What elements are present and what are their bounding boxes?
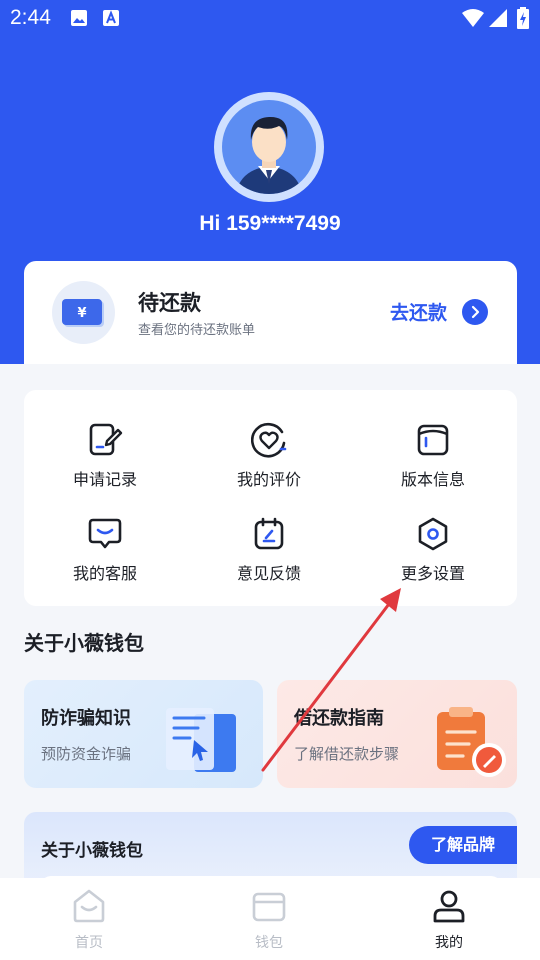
repayment-subtitle: 查看您的待还款账单: [138, 323, 256, 338]
customer-service-button[interactable]: 我的客服: [25, 516, 185, 584]
heart-review-icon: [251, 422, 287, 458]
loan-guide-subtitle: 了解借还款步骤: [294, 745, 400, 763]
application-record-label: 申请记录: [72, 470, 137, 489]
feedback-icon: [254, 517, 284, 550]
anti-fraud-subtitle: 预防资金诈骗: [41, 745, 132, 763]
avatar-illustration-icon: [236, 116, 302, 194]
services-grid: 申请记录 我的评价 版本信息 我的客服 意见反馈 更多设置: [24, 390, 517, 606]
gallery-notification-icon: [70, 9, 88, 31]
nav-home-label: 首页: [75, 935, 103, 951]
repayment-title: 待还款: [138, 291, 201, 315]
battery-charging-icon: [516, 7, 530, 33]
cell-signal-icon: [488, 8, 508, 32]
user-icon: [433, 890, 465, 923]
version-info-button[interactable]: 版本信息: [353, 422, 513, 490]
nav-wallet-label: 钱包: [255, 935, 283, 951]
go-repay-link[interactable]: 去还款: [390, 298, 447, 325]
brand-about-title: 关于小薇钱包: [41, 841, 143, 861]
status-bar: 2:44: [0, 0, 540, 38]
settings-hexagon-icon: [418, 517, 448, 551]
feedback-label: 意见反馈: [236, 564, 301, 583]
customer-service-icon: [88, 518, 122, 549]
anti-fraud-title: 防诈骗知识: [41, 708, 131, 729]
document-cursor-icon: [166, 708, 236, 772]
learn-brand-button[interactable]: 了解品牌: [409, 826, 517, 864]
repayment-icon-badge: ¥: [52, 281, 115, 344]
loan-guide-title: 借还款指南: [294, 708, 384, 729]
customer-service-label: 我的客服: [72, 564, 137, 583]
home-icon: [73, 889, 105, 923]
version-info-icon: [417, 424, 449, 456]
nav-wallet[interactable]: 钱包: [209, 888, 329, 952]
text-notification-icon: [102, 9, 120, 31]
feedback-button[interactable]: 意见反馈: [189, 516, 349, 584]
wifi-icon: [462, 8, 484, 32]
clipboard-pencil-icon: [437, 707, 506, 777]
user-greeting: Hi 159****7499: [199, 212, 341, 235]
nav-mine-label: 我的: [435, 935, 463, 951]
application-record-icon: [89, 423, 123, 456]
chevron-right-icon[interactable]: [462, 299, 488, 325]
nav-mine[interactable]: 我的: [389, 888, 509, 952]
user-avatar[interactable]: [214, 92, 324, 202]
status-time: 2:44: [10, 6, 51, 29]
loan-guide-card[interactable]: 借还款指南 了解借还款步骤: [277, 680, 517, 788]
more-settings-button[interactable]: 更多设置: [353, 516, 513, 584]
application-record-button[interactable]: 申请记录: [25, 422, 185, 490]
wallet-icon: [252, 892, 286, 922]
my-reviews-label: 我的评价: [236, 470, 301, 489]
anti-fraud-card[interactable]: 防诈骗知识 预防资金诈骗: [24, 680, 263, 788]
more-settings-label: 更多设置: [400, 564, 465, 583]
version-info-label: 版本信息: [400, 470, 465, 489]
pending-repayment-card[interactable]: ¥ 待还款 查看您的待还款账单 去还款: [24, 261, 517, 364]
bottom-navigation: 首页 钱包 我的: [0, 878, 540, 960]
about-section-title: 关于小薇钱包: [24, 631, 144, 655]
yuan-symbol: ¥: [77, 306, 86, 321]
my-reviews-button[interactable]: 我的评价: [189, 422, 349, 490]
yuan-bill-icon: ¥: [62, 299, 104, 327]
nav-home[interactable]: 首页: [29, 888, 149, 952]
